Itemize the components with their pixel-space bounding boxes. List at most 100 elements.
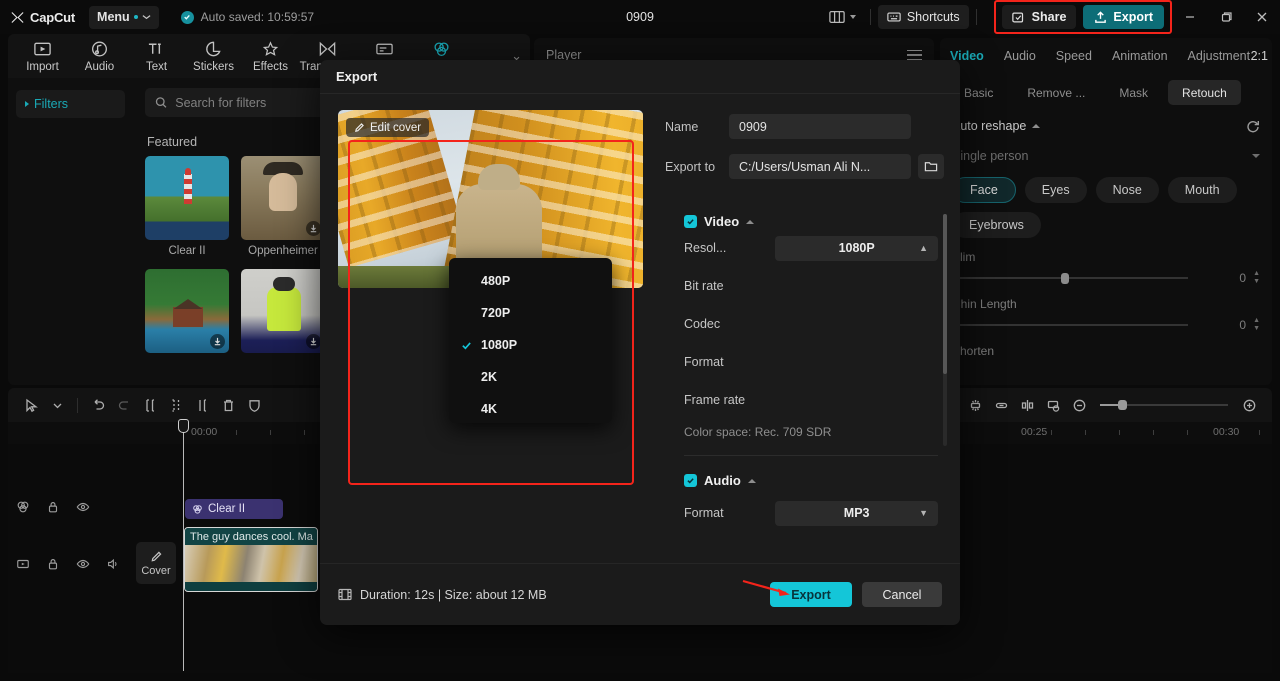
toolbar-item-effects[interactable]: Effects bbox=[242, 40, 299, 73]
slider-knob[interactable] bbox=[1060, 273, 1069, 284]
zoom-slider-knob[interactable] bbox=[1118, 400, 1127, 410]
chip-eyebrows[interactable]: Eyebrows bbox=[952, 212, 1041, 238]
lock-icon[interactable] bbox=[46, 557, 60, 571]
subtab-retouch[interactable]: Retouch bbox=[1168, 80, 1241, 105]
resolution-option-480p[interactable]: 480P bbox=[449, 265, 612, 297]
stepper-icon[interactable]: ▲ ▼ bbox=[1253, 317, 1260, 332]
tab-adjustment[interactable]: Adjustment bbox=[1188, 49, 1251, 63]
crop-button[interactable] bbox=[1040, 392, 1066, 418]
chevron-up-icon[interactable] bbox=[747, 478, 756, 483]
tab-overflow-indicator[interactable]: 2:1 bbox=[1251, 49, 1268, 63]
link-button[interactable] bbox=[988, 392, 1014, 418]
resolution-option-720p[interactable]: 720P bbox=[449, 297, 612, 329]
filter-card[interactable]: Oppenheimer bbox=[241, 156, 325, 257]
mask-button[interactable] bbox=[241, 392, 267, 418]
duration-size-text: Duration: 12s | Size: about 12 MB bbox=[360, 587, 547, 602]
keyframe-button[interactable] bbox=[962, 392, 988, 418]
toolbar-item-stickers[interactable]: Stickers bbox=[185, 40, 242, 73]
select-tool-button[interactable] bbox=[18, 392, 44, 418]
redo-button[interactable] bbox=[111, 392, 137, 418]
edit-cover-button[interactable]: Edit cover bbox=[346, 118, 430, 137]
trim-right-button[interactable] bbox=[189, 392, 215, 418]
filter-thumbnail bbox=[241, 156, 325, 240]
resolution-option-4k[interactable]: 4K bbox=[449, 393, 612, 425]
menu-button[interactable]: Menu bbox=[89, 5, 159, 29]
slider-track[interactable] bbox=[952, 273, 1188, 284]
filter-card[interactable] bbox=[241, 269, 325, 353]
playhead[interactable] bbox=[178, 419, 189, 433]
cover-button[interactable]: Cover bbox=[136, 542, 176, 584]
maximize-button[interactable] bbox=[1208, 0, 1244, 34]
undo-icon bbox=[94, 398, 104, 410]
undo-button[interactable] bbox=[85, 392, 111, 418]
person-selector[interactable]: Single person bbox=[952, 143, 1260, 169]
format-label: Format bbox=[684, 355, 724, 369]
chip-nose[interactable]: Nose bbox=[1095, 177, 1159, 203]
audio-checkbox[interactable] bbox=[684, 474, 697, 487]
tab-animation[interactable]: Animation bbox=[1112, 49, 1168, 63]
subtab-remove-bg[interactable]: Remove ... bbox=[1013, 80, 1099, 105]
slider-slim: Slim 0 ▲ ▼ bbox=[940, 238, 1272, 285]
close-button[interactable] bbox=[1244, 0, 1280, 34]
timeline-clip-video[interactable]: The guy dances cool. Ma bbox=[184, 527, 318, 592]
player-menu-icon[interactable] bbox=[907, 49, 922, 61]
select-tool-dropdown[interactable] bbox=[44, 392, 70, 418]
filter-card[interactable]: Clear II bbox=[145, 156, 229, 257]
zoom-in-button[interactable] bbox=[1236, 392, 1262, 418]
volume-icon[interactable] bbox=[106, 557, 120, 571]
minimize-button[interactable] bbox=[1172, 0, 1208, 34]
chevron-up-icon[interactable] bbox=[1032, 124, 1041, 128]
trim-left-button[interactable] bbox=[163, 392, 189, 418]
download-icon[interactable] bbox=[306, 334, 321, 349]
option-label: 2K bbox=[481, 370, 497, 384]
edit-cover-label: Edit cover bbox=[370, 121, 422, 134]
toolbar-item-text[interactable]: Text bbox=[128, 40, 185, 73]
settings-scrollbar-thumb[interactable] bbox=[943, 214, 947, 374]
subtab-mask[interactable]: Mask bbox=[1105, 80, 1162, 105]
category-item-filters[interactable]: Filters bbox=[16, 90, 125, 118]
audio-format-select[interactable]: MP3 ▼ bbox=[775, 500, 938, 526]
download-icon[interactable] bbox=[210, 334, 225, 349]
filter-card[interactable] bbox=[145, 269, 229, 353]
cancel-button[interactable]: Cancel bbox=[862, 582, 942, 607]
share-button[interactable]: Share bbox=[1001, 5, 1077, 29]
chip-mouth[interactable]: Mouth bbox=[1167, 177, 1237, 203]
eye-icon[interactable] bbox=[76, 557, 90, 571]
export-button-titlebar[interactable]: Export bbox=[1083, 5, 1164, 29]
lock-icon[interactable] bbox=[46, 500, 60, 514]
chip-eyes[interactable]: Eyes bbox=[1024, 177, 1087, 203]
shortcuts-button[interactable]: Shortcuts bbox=[877, 5, 969, 29]
tab-audio[interactable]: Audio bbox=[1004, 49, 1036, 63]
toolbar-item-import[interactable]: Import bbox=[14, 40, 71, 73]
clip-caption: The guy dances cool. Ma bbox=[185, 528, 317, 545]
zoom-out-button[interactable] bbox=[1066, 392, 1092, 418]
tab-speed[interactable]: Speed bbox=[1056, 49, 1092, 63]
download-icon[interactable] bbox=[306, 221, 321, 236]
timeline-zoom-slider[interactable] bbox=[1100, 400, 1228, 410]
browse-folder-button[interactable] bbox=[918, 154, 944, 179]
slider-value-box[interactable]: 0 ▲ ▼ bbox=[1198, 317, 1260, 332]
slider-track[interactable] bbox=[952, 320, 1188, 331]
delete-button[interactable] bbox=[215, 392, 241, 418]
name-input[interactable]: 0909 bbox=[729, 114, 911, 139]
resolution-select[interactable]: 1080P ▲ bbox=[775, 235, 938, 261]
timeline-clip-filter[interactable]: Clear II bbox=[185, 499, 283, 519]
reset-icon[interactable] bbox=[1246, 119, 1260, 133]
zoom-slider-track[interactable] bbox=[1100, 400, 1228, 410]
settings-scrollbar[interactable] bbox=[943, 214, 947, 446]
resolution-option-1080p[interactable]: 1080P bbox=[449, 329, 612, 361]
resolution-option-2k[interactable]: 2K bbox=[449, 361, 612, 393]
eye-icon[interactable] bbox=[76, 500, 90, 514]
toolbar-item-audio[interactable]: Audio bbox=[71, 40, 128, 73]
video-checkbox[interactable] bbox=[684, 215, 697, 228]
slider-value-box[interactable]: 0 ▲ ▼ bbox=[1198, 270, 1260, 285]
layout-switch-button[interactable] bbox=[822, 10, 863, 24]
mirror-button[interactable] bbox=[1014, 392, 1040, 418]
export-to-input[interactable]: C:/Users/Usman Ali N... bbox=[729, 154, 911, 179]
chevron-right-icon bbox=[25, 101, 29, 107]
chip-face[interactable]: Face bbox=[952, 177, 1016, 203]
stepper-icon[interactable]: ▲ ▼ bbox=[1253, 270, 1260, 285]
duration-size-info: Duration: 12s | Size: about 12 MB bbox=[338, 588, 547, 602]
chevron-up-icon[interactable] bbox=[746, 219, 755, 224]
split-button[interactable] bbox=[137, 392, 163, 418]
